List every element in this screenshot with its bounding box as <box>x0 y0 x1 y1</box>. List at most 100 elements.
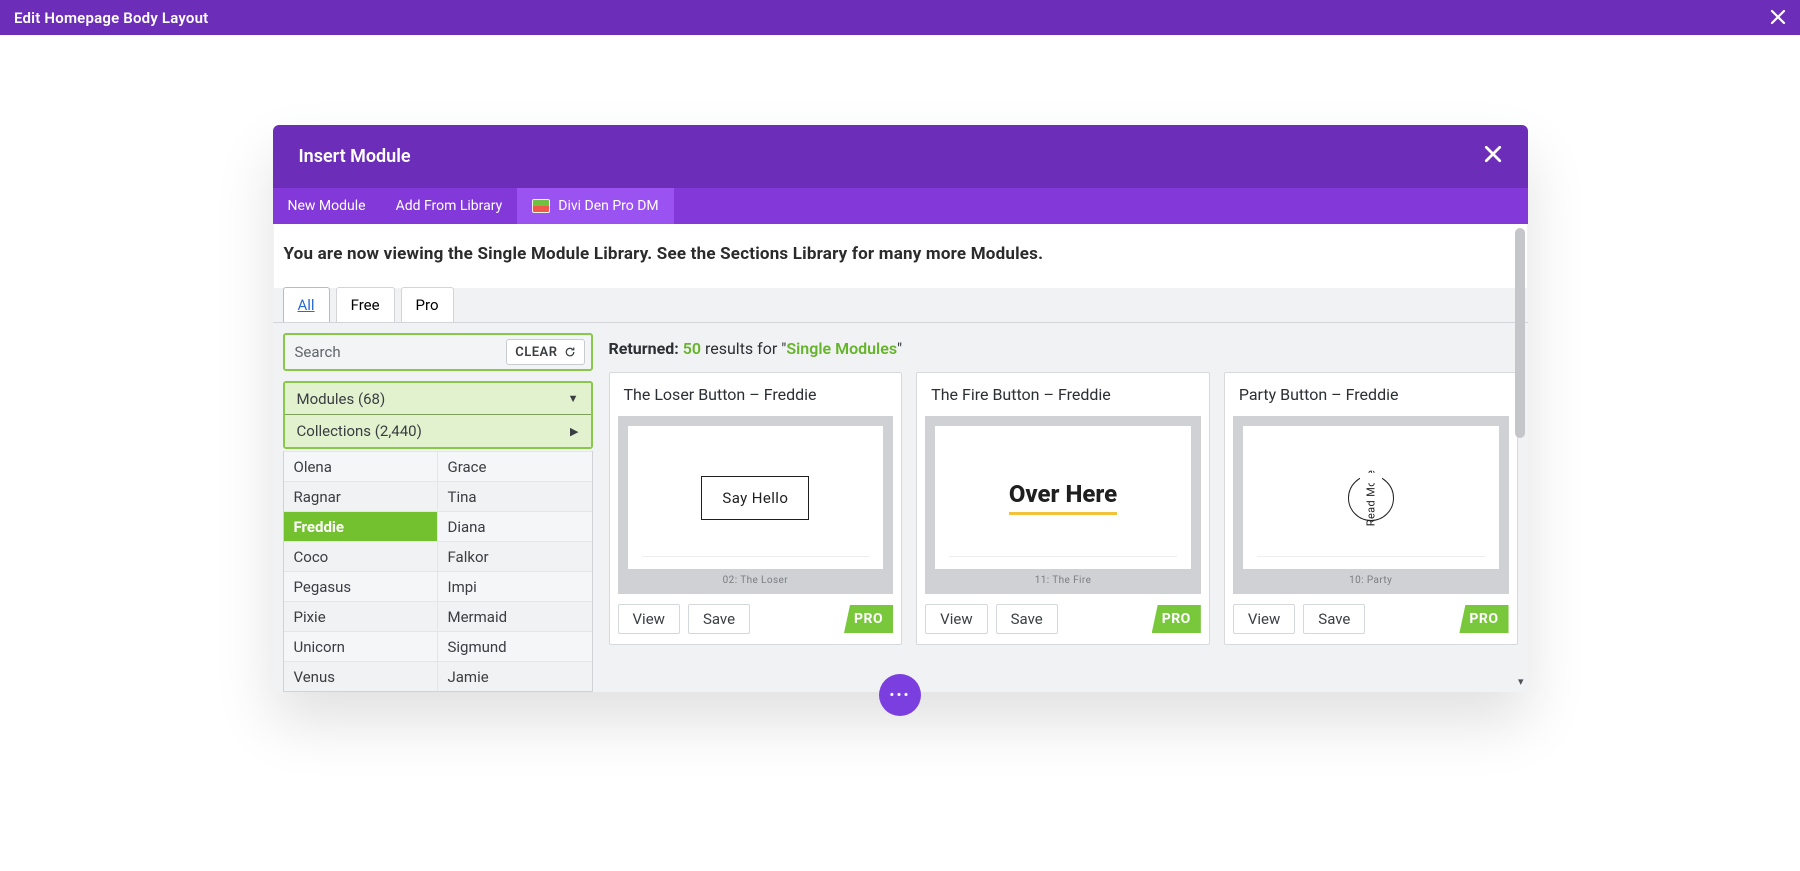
app-title: Edit Homepage Body Layout <box>14 9 208 27</box>
pro-badge: PRO <box>1459 605 1508 633</box>
divider <box>949 556 1177 557</box>
module-card: Party Button – Freddie Read More 10: Party… <box>1224 372 1518 645</box>
ellipsis-icon: ••• <box>889 686 910 704</box>
card-preview: Over Here 11: The Fire <box>925 416 1201 594</box>
preview-button: Over Here <box>1009 480 1117 515</box>
collection-item[interactable]: Olena <box>284 451 438 481</box>
section-handle-bottom[interactable]: ••• <box>879 674 921 716</box>
tab-add-from-library[interactable]: Add From Library <box>381 188 518 224</box>
filter-tab-pro[interactable]: Pro <box>401 287 454 322</box>
modal-body: You are now viewing the Single Module Li… <box>273 224 1528 692</box>
returned-query: Single Modules <box>786 339 897 358</box>
tab-label: Add From Library <box>396 198 503 214</box>
app-close-button[interactable] <box>1770 6 1786 30</box>
preview-ring: Read More <box>1348 475 1394 521</box>
caret-right-icon: ▶ <box>570 425 578 438</box>
filter-tabs: All Free Pro <box>273 287 1528 322</box>
card-title: The Fire Button – Freddie <box>917 373 1209 416</box>
divider <box>642 556 870 557</box>
collection-item[interactable]: Diana <box>438 511 592 541</box>
sidebar: CLEAR Modules (68) ▼ Collections (2,440)… <box>283 333 593 692</box>
pro-badge: PRO <box>844 605 893 633</box>
filter-tab-free[interactable]: Free <box>336 287 395 322</box>
collection-item[interactable]: Freddie <box>284 511 438 541</box>
returned-count: 50 <box>683 339 701 358</box>
tab-label: Divi Den Pro DM <box>558 198 658 214</box>
accordion-label: Collections (2,440) <box>297 422 422 440</box>
view-button[interactable]: View <box>618 604 680 634</box>
refresh-icon <box>564 346 576 358</box>
tab-label: New Module <box>288 198 366 214</box>
card-actions: View Save PRO <box>917 594 1209 644</box>
preview-stage: Over Here <box>935 426 1191 569</box>
accordion-collections[interactable]: Collections (2,440) ▶ <box>285 415 591 447</box>
collection-item[interactable]: Venus <box>284 661 438 691</box>
collection-item[interactable]: Jamie <box>438 661 592 691</box>
tab-new-module[interactable]: New Module <box>273 188 381 224</box>
collections-list: OlenaGraceRagnarTinaFreddieDianaCocoFalk… <box>283 451 593 692</box>
preview-stage: Say Hello <box>628 426 884 569</box>
insert-module-modal: Insert Module New Module Add From Librar… <box>273 125 1528 692</box>
card-caption: 02: The Loser <box>628 569 884 586</box>
card-buttons: View Save <box>618 604 751 634</box>
card-actions: View Save PRO <box>1225 594 1517 644</box>
card-caption: 10: Party <box>1243 569 1499 586</box>
preview-button: Read More <box>1364 469 1377 525</box>
preview-button: Say Hello <box>701 476 809 520</box>
divider <box>1257 556 1485 557</box>
collection-item[interactable]: Impi <box>438 571 592 601</box>
preview-stage: Read More <box>1243 426 1499 569</box>
collection-item[interactable]: Tina <box>438 481 592 511</box>
view-button[interactable]: View <box>1233 604 1295 634</box>
card-preview: Say Hello 02: The Loser <box>618 416 894 594</box>
collection-item[interactable]: Ragnar <box>284 481 438 511</box>
accordion-label: Modules (68) <box>297 390 386 408</box>
save-button[interactable]: Save <box>996 604 1058 634</box>
filter-tab-label: Pro <box>416 296 439 314</box>
tab-divi-den-pro-dm[interactable]: Divi Den Pro DM <box>517 188 673 224</box>
collection-item[interactable]: Sigmund <box>438 631 592 661</box>
module-card: The Loser Button – Freddie Say Hello 02: T… <box>609 372 903 645</box>
close-icon <box>1484 145 1502 163</box>
app-topbar: Edit Homepage Body Layout <box>0 0 1800 35</box>
card-title: Party Button – Freddie <box>1225 373 1517 416</box>
close-icon <box>1770 9 1786 25</box>
collection-item[interactable]: Falkor <box>438 541 592 571</box>
search-input[interactable] <box>295 343 507 361</box>
clear-label: CLEAR <box>515 345 557 360</box>
filter-tab-label: Free <box>351 296 380 314</box>
filter-tab-label: All <box>298 296 315 314</box>
card-title: The Loser Button – Freddie <box>610 373 902 416</box>
sidebar-accordion: Modules (68) ▼ Collections (2,440) ▶ <box>283 381 593 449</box>
collection-item[interactable]: Pixie <box>284 601 438 631</box>
card-caption: 11: The Fire <box>935 569 1191 586</box>
returned-text: results for " <box>705 339 786 358</box>
modal-tabs: New Module Add From Library Divi Den Pro… <box>273 188 1528 224</box>
scrollbar-thumb[interactable] <box>1515 228 1525 438</box>
collection-item[interactable]: Pegasus <box>284 571 438 601</box>
accordion-modules[interactable]: Modules (68) ▼ <box>285 383 591 415</box>
returned-text: " <box>897 339 902 358</box>
caret-down-icon: ▼ <box>568 392 579 405</box>
card-preview: Read More 10: Party <box>1233 416 1509 594</box>
save-button[interactable]: Save <box>688 604 750 634</box>
modal-close-button[interactable] <box>1484 144 1502 169</box>
card-buttons: View Save <box>1233 604 1366 634</box>
save-button[interactable]: Save <box>1303 604 1365 634</box>
collection-item[interactable]: Grace <box>438 451 592 481</box>
modal-title: Insert Module <box>299 146 411 167</box>
search-box: CLEAR <box>283 333 593 371</box>
divi-den-logo-icon <box>532 199 550 213</box>
filter-tab-all[interactable]: All <box>283 287 330 322</box>
collection-item[interactable]: Mermaid <box>438 601 592 631</box>
card-actions: View Save PRO <box>610 594 902 644</box>
collection-item[interactable]: Unicorn <box>284 631 438 661</box>
main-panel: Returned: 50 results for "Single Modules… <box>609 333 1518 692</box>
view-button[interactable]: View <box>925 604 987 634</box>
resize-caret-icon: ▾ <box>1518 675 1524 688</box>
pro-badge: PRO <box>1152 605 1201 633</box>
returned-status: Returned: 50 results for "Single Modules… <box>609 333 1518 372</box>
collection-item[interactable]: Coco <box>284 541 438 571</box>
card-buttons: View Save <box>925 604 1058 634</box>
clear-button[interactable]: CLEAR <box>506 339 584 365</box>
